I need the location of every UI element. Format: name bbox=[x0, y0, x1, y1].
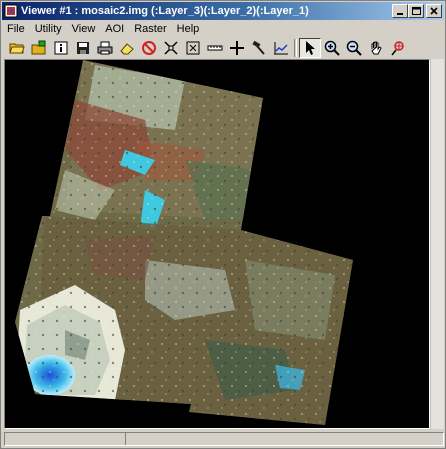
maximize-button[interactable] bbox=[408, 4, 424, 18]
zoom-out-button[interactable] bbox=[343, 38, 365, 58]
minimize-icon bbox=[397, 13, 403, 15]
open-button[interactable] bbox=[6, 38, 28, 58]
menu-aoi[interactable]: AOI bbox=[100, 23, 129, 35]
open-folder-icon bbox=[9, 43, 25, 53]
zoom-in-button[interactable] bbox=[321, 38, 343, 58]
eraser-icon bbox=[120, 42, 134, 54]
clear-button[interactable] bbox=[138, 38, 160, 58]
menu-utility[interactable]: Utility bbox=[30, 23, 67, 35]
open-layer-button[interactable] bbox=[28, 38, 50, 58]
menu-bar: File Utility View AOI Raster Help bbox=[2, 20, 444, 37]
pointer-button[interactable] bbox=[299, 37, 321, 58]
menu-view[interactable]: View bbox=[67, 23, 101, 35]
viewer-window: Viewer #1 : mosaic2.img (:Layer_3)(:Laye… bbox=[0, 0, 446, 449]
menu-file[interactable]: File bbox=[2, 23, 30, 35]
save-icon bbox=[77, 41, 89, 54]
pan-button[interactable] bbox=[365, 38, 387, 58]
erase-button[interactable] bbox=[116, 38, 138, 58]
crosshair-button[interactable] bbox=[226, 38, 248, 58]
status-bar bbox=[4, 432, 444, 446]
open-layer-icon bbox=[31, 40, 46, 54]
clear-icon bbox=[142, 40, 156, 55]
status-cell bbox=[5, 433, 126, 445]
toolbar bbox=[2, 37, 444, 58]
app-icon bbox=[4, 4, 18, 18]
close-button[interactable] bbox=[426, 4, 442, 18]
profile-icon bbox=[274, 41, 288, 54]
fit-icon bbox=[186, 41, 200, 54]
close-icon bbox=[430, 7, 438, 15]
title-bar[interactable]: Viewer #1 : mosaic2.img (:Layer_3)(:Laye… bbox=[2, 2, 444, 20]
save-button[interactable] bbox=[72, 38, 94, 58]
pointer-icon bbox=[306, 40, 315, 55]
maximize-icon bbox=[411, 7, 421, 15]
scale-button[interactable] bbox=[160, 38, 182, 58]
scale-icon bbox=[164, 40, 178, 55]
inquire-button[interactable] bbox=[387, 38, 409, 58]
satellite-mosaic-image bbox=[15, 60, 353, 425]
print-icon bbox=[97, 41, 113, 54]
print-button[interactable] bbox=[94, 38, 116, 58]
info-button[interactable] bbox=[50, 38, 72, 58]
hammer-button[interactable] bbox=[248, 38, 270, 58]
measure-button[interactable] bbox=[204, 38, 226, 58]
info-icon bbox=[54, 41, 68, 54]
image-viewer-canvas[interactable] bbox=[4, 59, 430, 429]
window-title: Viewer #1 : mosaic2.img (:Layer_3)(:Laye… bbox=[21, 5, 309, 17]
inquire-icon bbox=[391, 40, 404, 55]
pan-icon bbox=[371, 41, 382, 54]
menu-help[interactable]: Help bbox=[172, 23, 205, 35]
crosshair-icon bbox=[230, 40, 244, 55]
menu-raster[interactable]: Raster bbox=[129, 23, 171, 35]
vertical-scrollbar[interactable] bbox=[430, 59, 444, 429]
toolbar-separator bbox=[294, 38, 297, 57]
hammer-icon bbox=[252, 40, 265, 55]
zoom-in-icon bbox=[324, 40, 340, 56]
profile-button[interactable] bbox=[270, 38, 292, 58]
measure-icon bbox=[207, 45, 223, 50]
zoom-out-icon bbox=[346, 40, 362, 56]
minimize-button[interactable] bbox=[392, 4, 408, 18]
fit-button[interactable] bbox=[182, 38, 204, 58]
